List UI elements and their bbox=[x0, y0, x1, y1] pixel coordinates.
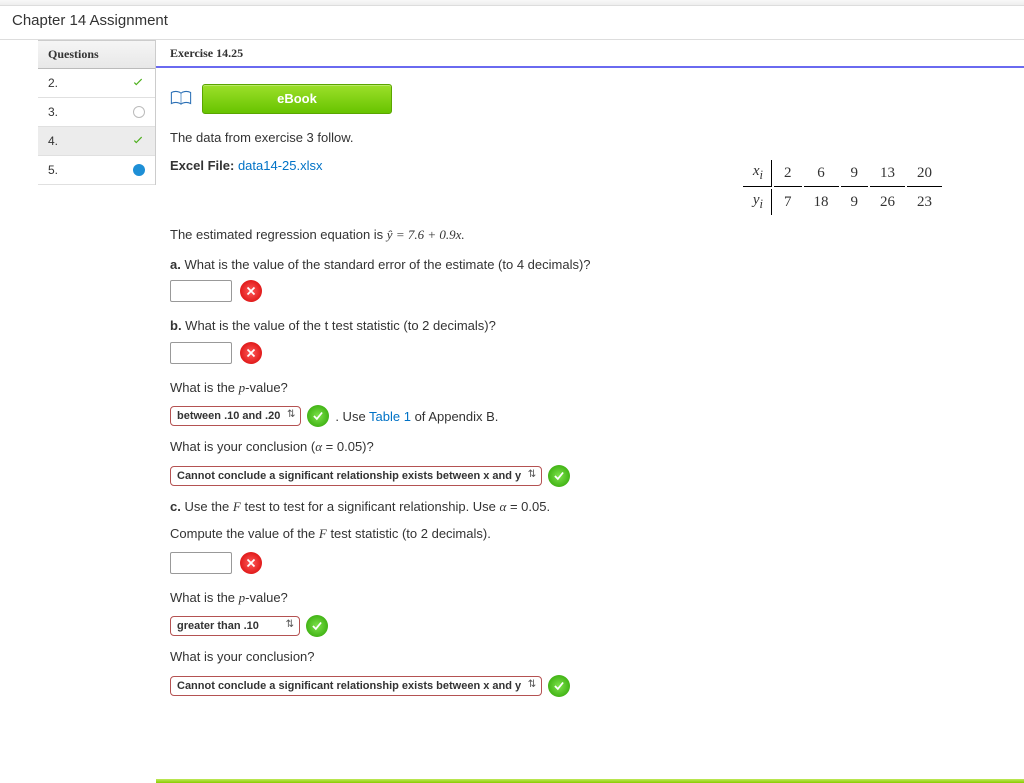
sidebar-item-q3[interactable]: 3. bbox=[38, 98, 155, 127]
conclusion-select-2[interactable]: Cannot conclude a significant relationsh… bbox=[170, 676, 542, 696]
pvalue-question: What is the p-value? bbox=[170, 378, 1010, 398]
correct-icon bbox=[548, 675, 570, 697]
correct-icon bbox=[307, 405, 329, 427]
page-title: Chapter 14 Assignment bbox=[0, 6, 1024, 40]
conclusion-question: What is your conclusion (α = 0.05)? bbox=[170, 437, 1010, 457]
current-dot-icon bbox=[133, 164, 145, 176]
answer-c-input[interactable] bbox=[170, 552, 232, 574]
main-panel: Exercise 14.25 eBook The data from exerc… bbox=[156, 40, 1024, 717]
pvalue-question-2: What is the p-value? bbox=[170, 588, 1010, 608]
wrong-icon bbox=[240, 552, 262, 574]
exercise-tab[interactable]: Exercise 14.25 bbox=[156, 40, 257, 67]
question-number: 2. bbox=[48, 76, 58, 90]
hint-text: . Use Table 1 of Appendix B. bbox=[335, 409, 498, 424]
sidebar-item-q2[interactable]: 2. bbox=[38, 69, 155, 98]
correct-icon bbox=[306, 615, 328, 637]
question-sidebar: Questions 2. 3. 4. 5. bbox=[38, 40, 156, 185]
correct-icon bbox=[548, 465, 570, 487]
question-c-sub: Compute the value of the F test statisti… bbox=[170, 524, 1010, 544]
question-number: 4. bbox=[48, 134, 58, 148]
open-circle-icon bbox=[133, 106, 145, 118]
question-c: c. Use the F test to test for a signific… bbox=[170, 497, 1010, 517]
check-icon bbox=[131, 134, 145, 148]
sidebar-heading: Questions bbox=[38, 40, 155, 69]
intro-text: The data from exercise 3 follow. bbox=[170, 128, 1010, 148]
question-a: a. What is the value of the standard err… bbox=[170, 255, 1010, 275]
ebook-button[interactable]: eBook bbox=[202, 84, 392, 114]
pvalue-select-2[interactable]: greater than .10 bbox=[170, 616, 300, 636]
conclusion-select[interactable]: Cannot conclude a significant relationsh… bbox=[170, 466, 542, 486]
sidebar-item-q4[interactable]: 4. bbox=[38, 127, 155, 156]
table1-link[interactable]: Table 1 bbox=[369, 409, 411, 424]
question-number: 5. bbox=[48, 163, 58, 177]
regression-equation: The estimated regression equation is ŷ =… bbox=[170, 225, 1010, 245]
conclusion-question-2: What is your conclusion? bbox=[170, 647, 1010, 667]
question-b: b. What is the value of the t test stati… bbox=[170, 316, 1010, 336]
wrong-icon bbox=[240, 280, 262, 302]
xy-data-table: xi 2 6 9 13 20 yi 7 18 9 26 23 bbox=[741, 158, 944, 217]
answer-b-input[interactable] bbox=[170, 342, 232, 364]
pvalue-select[interactable]: between .10 and .20 bbox=[170, 406, 301, 426]
sidebar-item-q5[interactable]: 5. bbox=[38, 156, 155, 185]
check-icon bbox=[131, 76, 145, 90]
bottom-accent-bar bbox=[156, 779, 1024, 783]
question-number: 3. bbox=[48, 105, 58, 119]
answer-a-input[interactable] bbox=[170, 280, 232, 302]
book-icon bbox=[170, 89, 192, 110]
wrong-icon bbox=[240, 342, 262, 364]
excel-file-link[interactable]: data14-25.xlsx bbox=[238, 158, 323, 173]
